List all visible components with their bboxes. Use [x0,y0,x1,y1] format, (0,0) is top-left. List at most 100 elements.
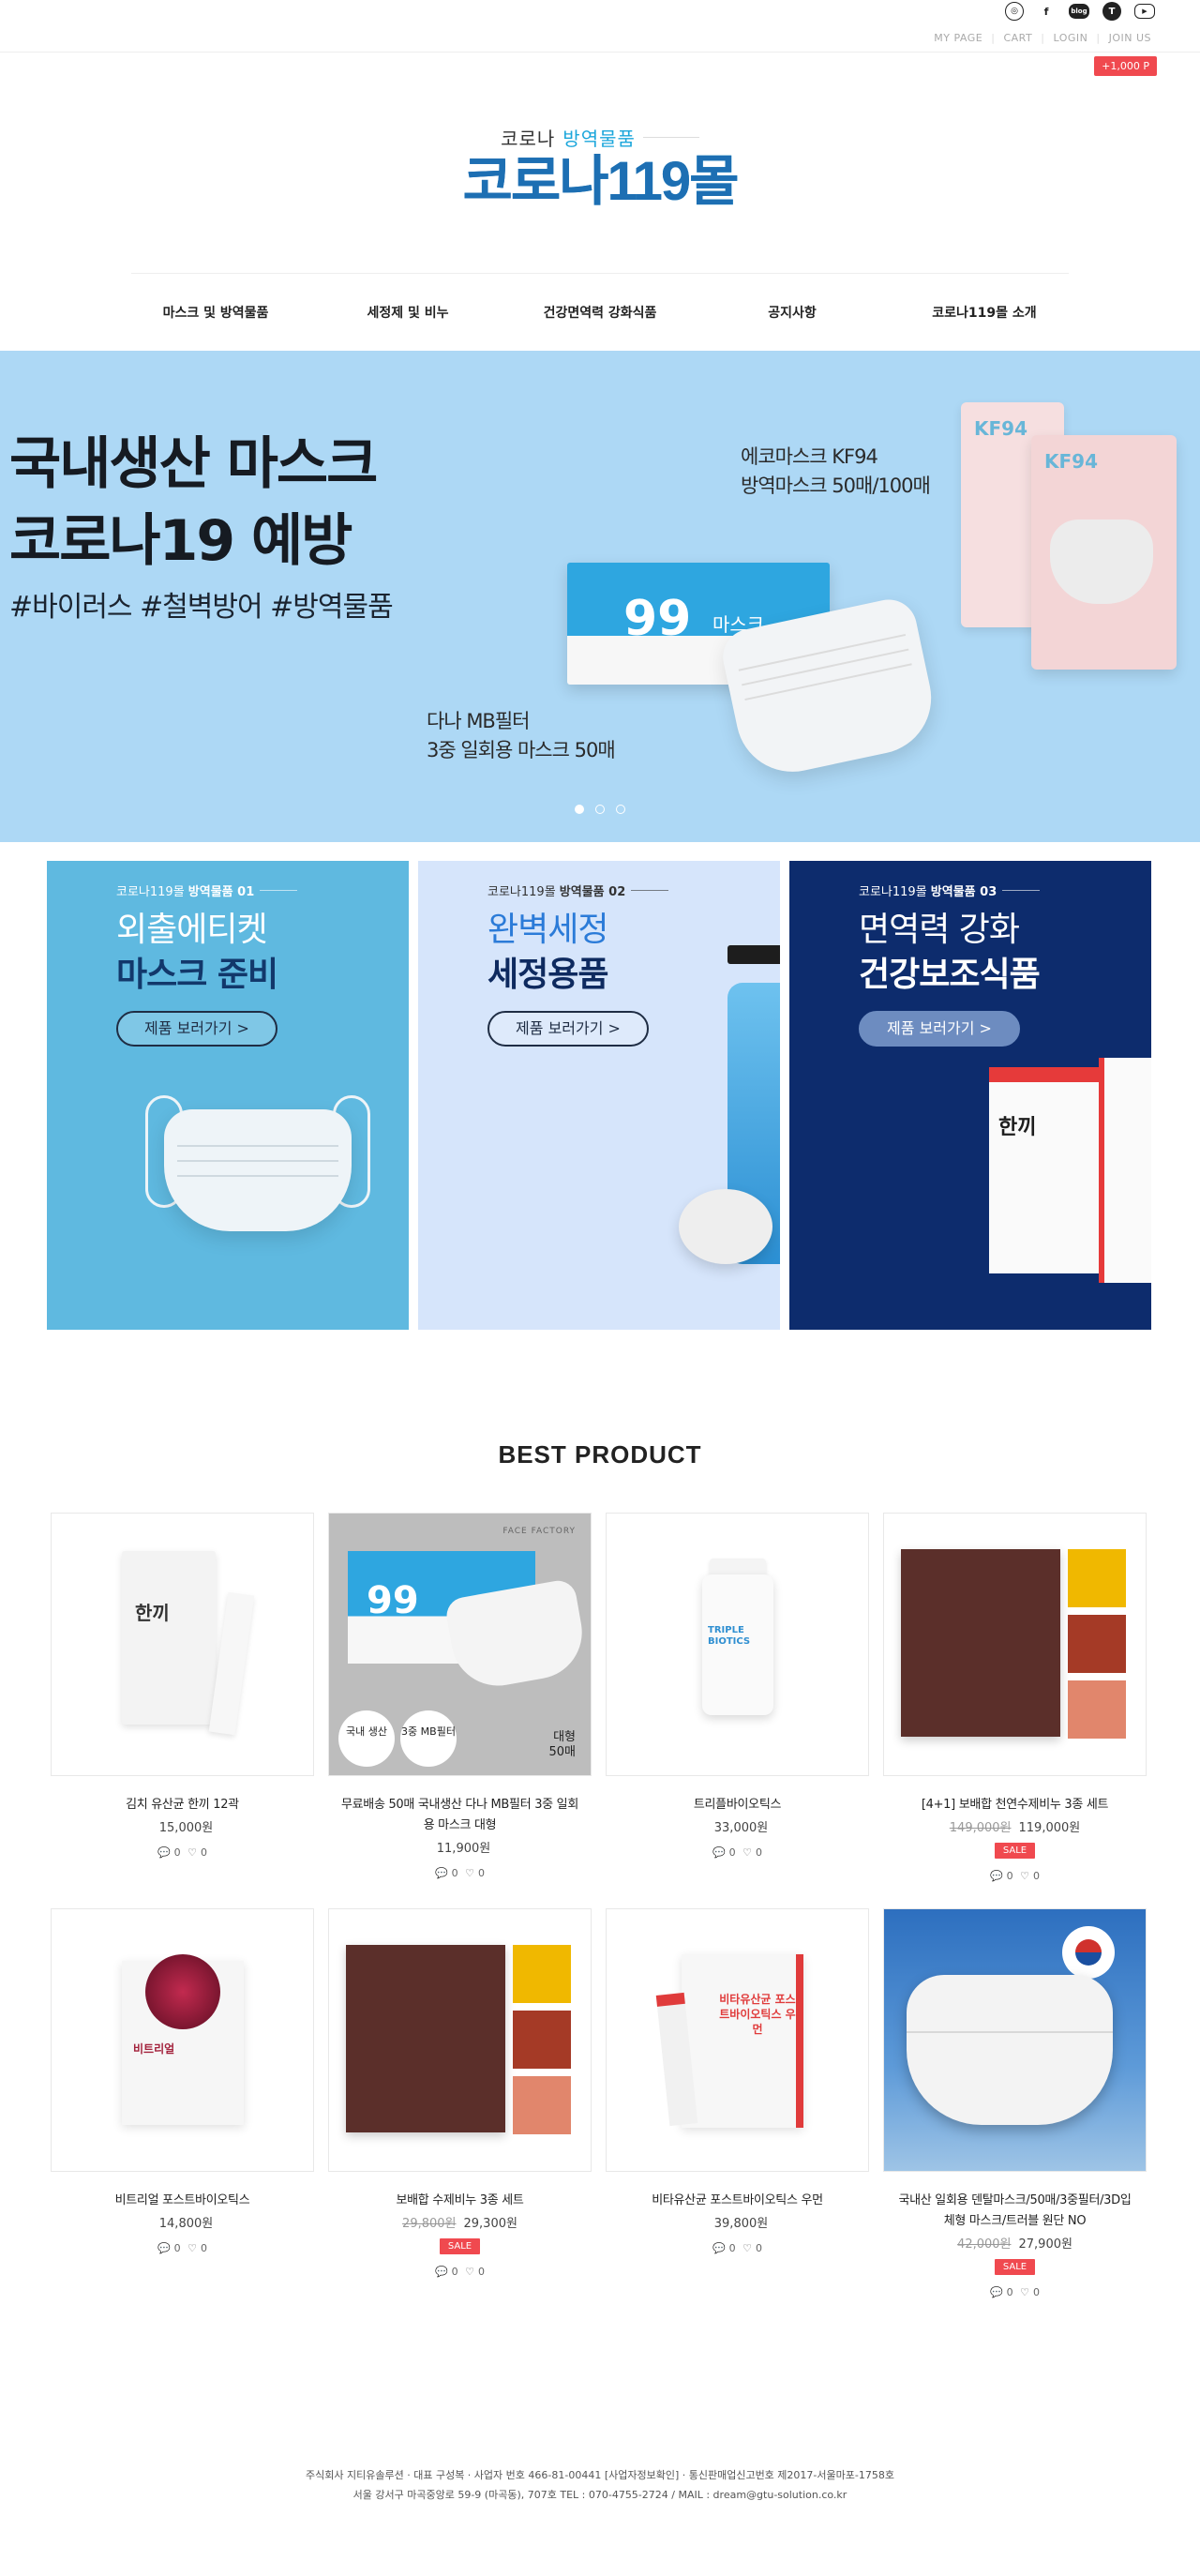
slider-dot[interactable] [595,805,605,814]
category-brand: 코로나119몰 [116,885,185,899]
slider-dot[interactable] [575,805,584,814]
comment-icon[interactable]: 💬 [990,2286,1003,2298]
product-thumbnail[interactable]: 비트리얼 [51,1908,314,2172]
category-banner-masks[interactable]: 코로나119몰 방역물품 01 외출에티켓 마스크 준비 제품 보러가기 > [47,861,409,1330]
product-name[interactable]: 보배합 수제비누 3종 세트 [328,2191,592,2211]
product-thumbnail[interactable]: TRIPLE BIOTICS [606,1513,869,1776]
heart-icon[interactable]: ♡ [742,1846,752,1859]
product-card[interactable]: 국내산 일회용 덴탈마스크/50매/3중필터/3D입체형 마스크/트러블 원단 … [883,1908,1147,2298]
like-count: 0 [201,1846,208,1859]
comment-icon[interactable]: 💬 [990,1870,1003,1882]
heart-icon[interactable]: ♡ [465,2266,474,2278]
product-meta: 💬 0 ♡ 0 [328,1867,592,1879]
product-name[interactable]: 무료배송 50매 국내생산 다나 MB필터 3중 일회용 마스크 대형 [328,1795,592,1836]
product-name[interactable]: 비트리얼 포스트바이오틱스 [51,2191,314,2211]
like-count: 0 [201,2242,208,2254]
view-products-button[interactable]: 제품 보러가기 > [488,1011,649,1047]
view-products-button[interactable]: 제품 보러가기 > [859,1011,1020,1047]
like-count: 0 [1033,1870,1041,1882]
label-underline [1002,890,1041,891]
comment-count: 0 [1006,1870,1013,1882]
product-price: 33,000원 [606,1817,869,1835]
soap-bar-image [1068,1549,1126,1607]
blog-icon[interactable]: blog [1069,4,1089,19]
category-label: 코로나119몰 방역물품 02 [488,881,669,899]
product-name[interactable]: 트리플바이오틱스 [606,1795,869,1815]
comment-icon[interactable]: 💬 [435,2266,448,2278]
youtube-icon[interactable]: ▶ [1134,4,1155,19]
soap-bar-image [513,1945,571,2003]
product-name[interactable]: [4+1] 보배합 천연수제비누 3종 세트 [883,1795,1147,1815]
product-card[interactable]: TRIPLE BIOTICS 트리플바이오틱스 33,000원 💬 0 ♡ 0 [606,1513,869,1882]
bottle-label: TRIPLE BIOTICS [708,1625,751,1647]
pump-image [728,945,780,964]
heart-icon[interactable]: ♡ [1020,2286,1029,2298]
login-link[interactable]: LOGIN [1053,32,1088,44]
hero-title-line2: 코로나19 예방 [9,508,352,574]
category-banner-sanitizer[interactable]: 코로나119몰 방역물품 02 완벽세정 세정용품 제품 보러가기 > [418,861,780,1330]
product-name[interactable]: 국내산 일회용 덴탈마스크/50매/3중필터/3D입체형 마스크/트러블 원단 … [883,2191,1147,2232]
mypage-link[interactable]: MY PAGE [934,32,982,44]
site-logo[interactable]: 코로나 방역물품 코로나119몰 [131,53,1069,274]
logo-tagline-right: 방역물품 [562,128,636,150]
heart-icon[interactable]: ♡ [1020,1870,1029,1882]
heart-icon[interactable]: ♡ [188,1846,197,1859]
product-card[interactable]: 비타유산균 포스트바이오틱스 우먼 비타유산균 포스트바이오틱스 우먼 39,8… [606,1908,869,2298]
like-count: 0 [1033,2286,1041,2298]
product-card[interactable]: 비트리얼 비트리얼 포스트바이오틱스 14,800원 💬 0 ♡ 0 [51,1908,314,2298]
soap-image [679,1189,772,1264]
heart-icon[interactable]: ♡ [465,1867,474,1879]
hero-mb-caption: 다나 MB필터 3중 일회용 마스크 50매 [427,707,616,765]
product-thumbnail[interactable] [328,1908,592,2172]
category-brand: 코로나119몰 [859,885,927,899]
view-products-button[interactable]: 제품 보러가기 > [116,1011,278,1047]
sale-badge: SALE [439,2238,481,2254]
category-heading-line2: 건강보조식품 [859,956,1041,994]
product-thumbnail[interactable] [883,1513,1147,1776]
comment-count: 0 [728,1846,736,1859]
divider: | [991,32,996,44]
hero-banner[interactable]: 국내생산 마스크 코로나19 예방 #바이러스 #철벽방어 #방역물품 에코마스… [0,351,1200,842]
product-name[interactable]: 비타유산균 포스트바이오틱스 우먼 [606,2191,869,2211]
comment-icon[interactable]: 💬 [712,2242,726,2254]
kf94-pack-label: KF94 [1044,450,1098,473]
comment-icon[interactable]: 💬 [158,1846,171,1859]
comment-icon[interactable]: 💬 [712,1846,726,1859]
heart-icon[interactable]: ♡ [188,2242,197,2254]
product-thumbnail[interactable]: 비타유산균 포스트바이오틱스 우먼 [606,1908,869,2172]
product-price: 29,800원 29,300원 [328,2213,592,2231]
product-card[interactable]: 한끼 김치 유산균 한끼 12곽 15,000원 💬 0 ♡ 0 [51,1513,314,1882]
product-card[interactable]: [4+1] 보배합 천연수제비누 3종 세트 149,000원 119,000원 … [883,1513,1147,1882]
facebook-icon[interactable]: f [1037,2,1056,21]
comment-count: 0 [728,2242,736,2254]
nav-item-health-food[interactable]: 건강면역력 강화식품 [504,303,697,322]
product-thumbnail[interactable]: FACE FACTORY 99 국내 생산 3중 MB필터 대형 50매 [328,1513,592,1776]
product-card[interactable]: FACE FACTORY 99 국내 생산 3중 MB필터 대형 50매 무료배송… [328,1513,592,1882]
join-link[interactable]: JOIN US [1109,32,1151,44]
comment-count: 0 [451,1867,458,1879]
comment-icon[interactable]: 💬 [435,1867,448,1879]
instagram-icon[interactable]: ◎ [1005,2,1024,21]
site-footer: 주식회사 지티유솔루션 · 대표 구성복 · 사업자 번호 466-81-004… [0,2465,1200,2542]
nav-item-notice[interactable]: 공지사항 [697,303,889,322]
slider-dot[interactable] [616,805,625,814]
category-heading-line2: 마스크 준비 [116,956,278,994]
category-heading-line1: 면역력 강화 [859,911,1020,949]
supplement-box-image [1099,1058,1151,1283]
heart-icon[interactable]: ♡ [742,2242,752,2254]
product-thumbnail[interactable] [883,1908,1147,2172]
size-label: 대형 50매 [548,1730,576,1760]
product-card[interactable]: 보배합 수제비누 3종 세트 29,800원 29,300원 SALE 💬 0 ♡ 0 [328,1908,592,2298]
product-box-image: 비타유산균 포스트바이오틱스 우먼 [682,1954,803,2128]
original-price: 149,000원 [949,1821,1012,1835]
comment-icon[interactable]: 💬 [158,2242,171,2254]
tstory-icon[interactable]: T [1102,2,1121,21]
product-name[interactable]: 김치 유산균 한끼 12곽 [51,1795,314,1815]
nav-item-masks[interactable]: 마스크 및 방역물품 [120,303,312,322]
cart-link[interactable]: CART [1003,32,1032,44]
product-thumbnail[interactable]: 한끼 [51,1513,314,1776]
nav-item-about[interactable]: 코로나119몰 소개 [889,303,1081,322]
category-banner-health-food[interactable]: 코로나119몰 방역물품 03 면역력 강화 건강보조식품 제품 보러가기 > 한… [789,861,1151,1330]
nav-item-sanitizer[interactable]: 세정제 및 비누 [312,303,504,322]
category-heading: 완벽세정 세정용품 [488,908,608,998]
